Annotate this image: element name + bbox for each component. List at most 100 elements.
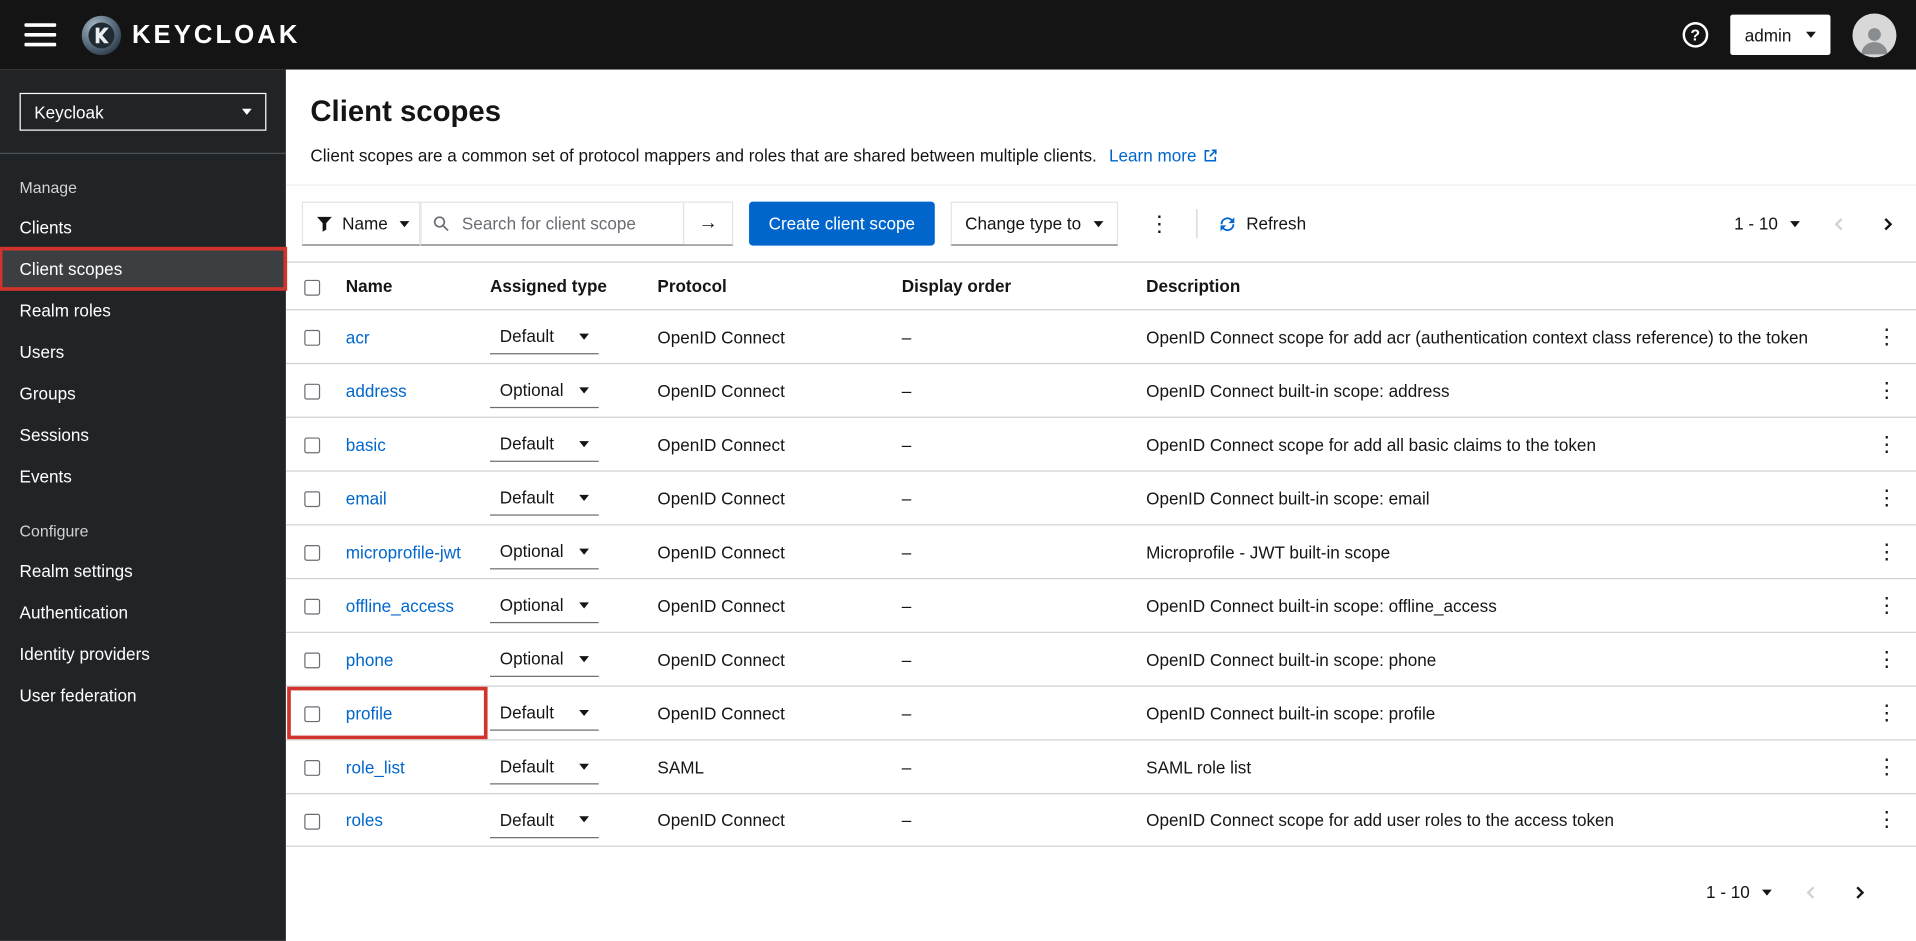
assigned-type-select[interactable]: Default <box>489 695 599 731</box>
pagination-prev-button[interactable] <box>1827 211 1853 237</box>
external-link-icon <box>1204 148 1217 161</box>
scope-name-link[interactable]: address <box>346 381 407 401</box>
select-all-checkbox[interactable] <box>304 279 321 296</box>
search-input[interactable] <box>459 212 673 235</box>
assigned-type-value: Default <box>499 487 554 508</box>
chevron-right-icon <box>1856 885 1865 899</box>
brand-logo[interactable]: KEYCLOAK <box>81 14 301 56</box>
sidebar-item-user-federation[interactable]: User federation <box>0 675 286 717</box>
realm-selector[interactable]: Keycloak <box>19 92 267 131</box>
description-cell: OpenID Connect built-in scope: profile <box>1146 703 1436 723</box>
chevron-right-icon <box>1884 217 1893 230</box>
pagination-next-button[interactable] <box>1874 211 1900 237</box>
chevron-down-icon <box>579 332 589 340</box>
row-checkbox[interactable] <box>304 760 321 777</box>
protocol-cell: OpenID Connect <box>657 326 785 347</box>
sidebar-item-clients[interactable]: Clients <box>0 207 286 249</box>
row-checkbox[interactable] <box>304 706 321 723</box>
change-type-select[interactable]: Change type to <box>950 201 1118 246</box>
row-kebab-icon[interactable]: ⋮ <box>1869 591 1904 620</box>
pagination-range-select[interactable]: 1 - 10 <box>1696 875 1781 909</box>
search-group: → <box>420 201 734 246</box>
chevron-down-icon <box>579 763 589 770</box>
protocol-cell: OpenID Connect <box>657 380 785 401</box>
filter-icon <box>317 216 332 232</box>
scope-name-link[interactable]: phone <box>346 649 394 669</box>
help-icon[interactable]: ? <box>1682 21 1709 48</box>
assigned-type-select[interactable]: Default <box>489 318 599 355</box>
row-checkbox[interactable] <box>304 330 321 347</box>
row-checkbox-cell <box>286 596 346 616</box>
sidebar-item-realm-roles[interactable]: Realm roles <box>0 290 286 332</box>
toolbar-kebab-menu[interactable]: ⋮ <box>1139 208 1181 240</box>
assigned-type-select[interactable]: Optional <box>489 587 599 624</box>
column-header: Description <box>1146 276 1241 296</box>
scope-name-link[interactable]: email <box>346 488 387 508</box>
scope-name-link[interactable]: basic <box>346 434 386 454</box>
row-kebab-icon[interactable]: ⋮ <box>1869 430 1904 459</box>
description-cell: OpenID Connect built-in scope: address <box>1146 380 1450 401</box>
pagination-range-select[interactable]: 1 - 10 <box>1724 207 1809 241</box>
row-kebab-icon[interactable]: ⋮ <box>1869 483 1904 512</box>
nav-toggle-button[interactable] <box>24 23 57 47</box>
row-checkbox-cell <box>286 488 346 508</box>
row-checkbox[interactable] <box>304 652 321 669</box>
row-checkbox[interactable] <box>304 384 321 400</box>
assigned-type-select[interactable]: Default <box>489 802 599 838</box>
pagination-nav <box>1799 879 1872 905</box>
display-order-cell: – <box>901 326 912 347</box>
row-kebab-icon[interactable]: ⋮ <box>1869 537 1904 566</box>
sidebar-item-events[interactable]: Events <box>0 456 286 498</box>
filter-type-select[interactable]: Name <box>301 201 421 246</box>
scope-name-link[interactable]: profile <box>346 703 393 723</box>
learn-more-link[interactable]: Learn more <box>1109 144 1218 166</box>
avatar[interactable] <box>1852 12 1897 57</box>
description-cell: SAML role list <box>1146 756 1252 777</box>
scope-name-link[interactable]: offline_access <box>346 596 454 616</box>
row-checkbox[interactable] <box>304 491 321 508</box>
row-checkbox[interactable] <box>304 437 321 454</box>
row-checkbox[interactable] <box>304 813 321 830</box>
assigned-type-select[interactable]: Default <box>489 749 599 785</box>
keycloak-logo-icon <box>81 15 122 55</box>
sidebar-nav: Manage Clients Client scopes Realm roles Use… <box>0 154 288 717</box>
sidebar-item-client-scopes[interactable]: Client scopes <box>0 246 288 291</box>
filter-group: Name → <box>301 201 734 246</box>
scope-name-link[interactable]: microprofile-jwt <box>346 542 461 562</box>
row-checkbox[interactable] <box>304 545 321 562</box>
search-submit-button[interactable]: → <box>683 202 732 245</box>
column-header: Assigned type <box>489 276 607 296</box>
pagination-prev-button[interactable] <box>1799 879 1825 905</box>
scope-name-link[interactable]: role_list <box>346 757 405 777</box>
page-header: Client scopes Client scopes are a common… <box>285 70 1916 186</box>
row-kebab-icon[interactable]: ⋮ <box>1869 376 1904 405</box>
sidebar-item-sessions[interactable]: Sessions <box>0 414 286 456</box>
assigned-type-select[interactable]: Optional <box>489 641 599 677</box>
table-row: basic Default OpenID Connect – OpenID Connec… <box>285 416 1916 471</box>
sidebar-item-realm-settings[interactable]: Realm settings <box>0 550 286 592</box>
row-kebab-icon[interactable]: ⋮ <box>1869 752 1904 781</box>
sidebar-item-authentication[interactable]: Authentication <box>0 591 286 633</box>
assigned-type-select[interactable]: Optional <box>489 372 599 409</box>
sidebar-item-identity-providers[interactable]: Identity providers <box>0 633 286 675</box>
sidebar-item-groups[interactable]: Groups <box>0 373 286 415</box>
scope-name-link[interactable]: roles <box>346 810 383 830</box>
row-kebab-icon[interactable]: ⋮ <box>1869 322 1904 351</box>
user-menu[interactable]: admin <box>1730 14 1831 55</box>
assigned-type-select[interactable]: Optional <box>489 533 599 570</box>
row-kebab-icon[interactable]: ⋮ <box>1869 805 1904 834</box>
row-checkbox[interactable] <box>304 599 321 615</box>
refresh-button[interactable]: Refresh <box>1213 214 1311 233</box>
scope-name-link[interactable]: acr <box>346 327 370 347</box>
assigned-type-select[interactable]: Default <box>489 426 599 462</box>
create-client-scope-button[interactable]: Create client scope <box>749 201 935 246</box>
person-icon <box>1861 27 1888 54</box>
chevron-down-icon <box>579 494 589 501</box>
row-kebab-icon[interactable]: ⋮ <box>1869 645 1904 674</box>
pagination-next-button[interactable] <box>1846 879 1872 905</box>
chevron-down-icon <box>579 548 589 555</box>
change-type-label: Change type to <box>965 213 1082 234</box>
assigned-type-select[interactable]: Default <box>489 480 599 516</box>
row-kebab-icon[interactable]: ⋮ <box>1869 698 1904 727</box>
sidebar-item-users[interactable]: Users <box>0 331 286 373</box>
